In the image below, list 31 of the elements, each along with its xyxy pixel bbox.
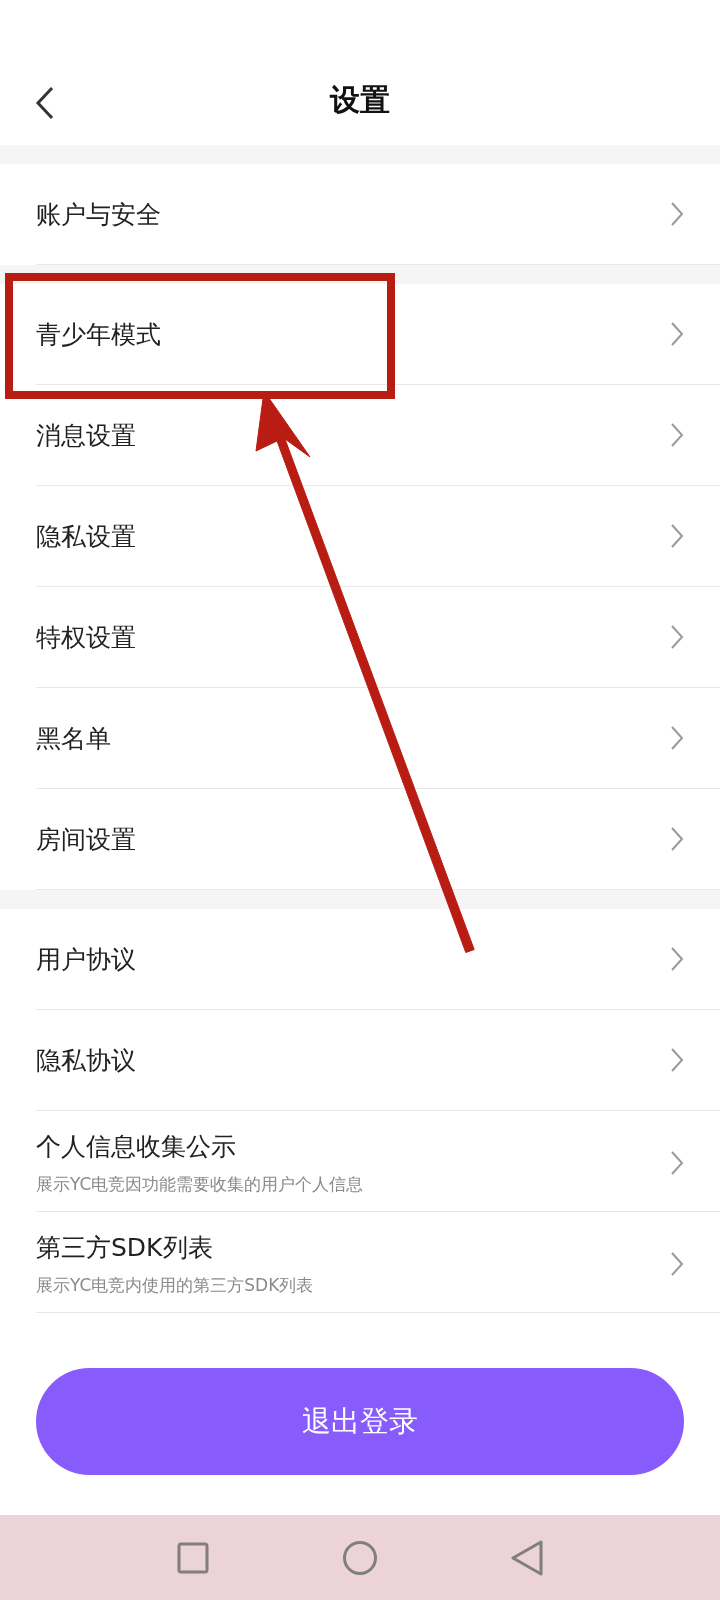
chevron-right-icon [670,1251,684,1277]
item-label: 房间设置 [36,823,136,856]
page-title: 设置 [330,80,390,119]
item-description: 展示YC电竞因功能需要收集的用户个人信息 [36,1173,364,1196]
chevron-right-icon [670,201,684,227]
item-label: 用户协议 [36,943,136,976]
chevron-right-icon [670,1150,684,1176]
item-label: 第三方SDK列表 [36,1232,214,1264]
back-icon[interactable] [511,1539,544,1576]
home-icon[interactable] [342,1539,378,1576]
recents-icon[interactable] [176,1541,209,1574]
item-label: 个人信息收集公示 [36,1131,237,1163]
item-label: 隐私设置 [36,520,136,553]
chevron-right-icon [670,523,684,549]
chevron-right-icon [670,725,684,751]
item-label: 账户与安全 [36,198,161,231]
settings-item[interactable]: 第三方SDK列表 展示YC电竞内使用的第三方SDK列表 [36,1212,720,1313]
settings-item[interactable]: 账户与安全 [36,164,720,265]
item-label: 隐私协议 [36,1044,136,1077]
item-description: 展示YC电竞内使用的第三方SDK列表 [36,1274,314,1297]
chevron-right-icon [670,826,684,852]
chevron-right-icon [670,1047,684,1073]
item-label: 青少年模式 [36,318,161,351]
item-label: 特权设置 [36,621,136,654]
chevron-right-icon [670,946,684,972]
item-label: 消息设置 [36,419,136,452]
logout-button[interactable]: 退出登录 [36,1368,684,1475]
chevron-right-icon [670,321,684,347]
chevron-right-icon [670,624,684,650]
chevron-right-icon [670,422,684,448]
item-label: 黑名单 [36,722,111,755]
